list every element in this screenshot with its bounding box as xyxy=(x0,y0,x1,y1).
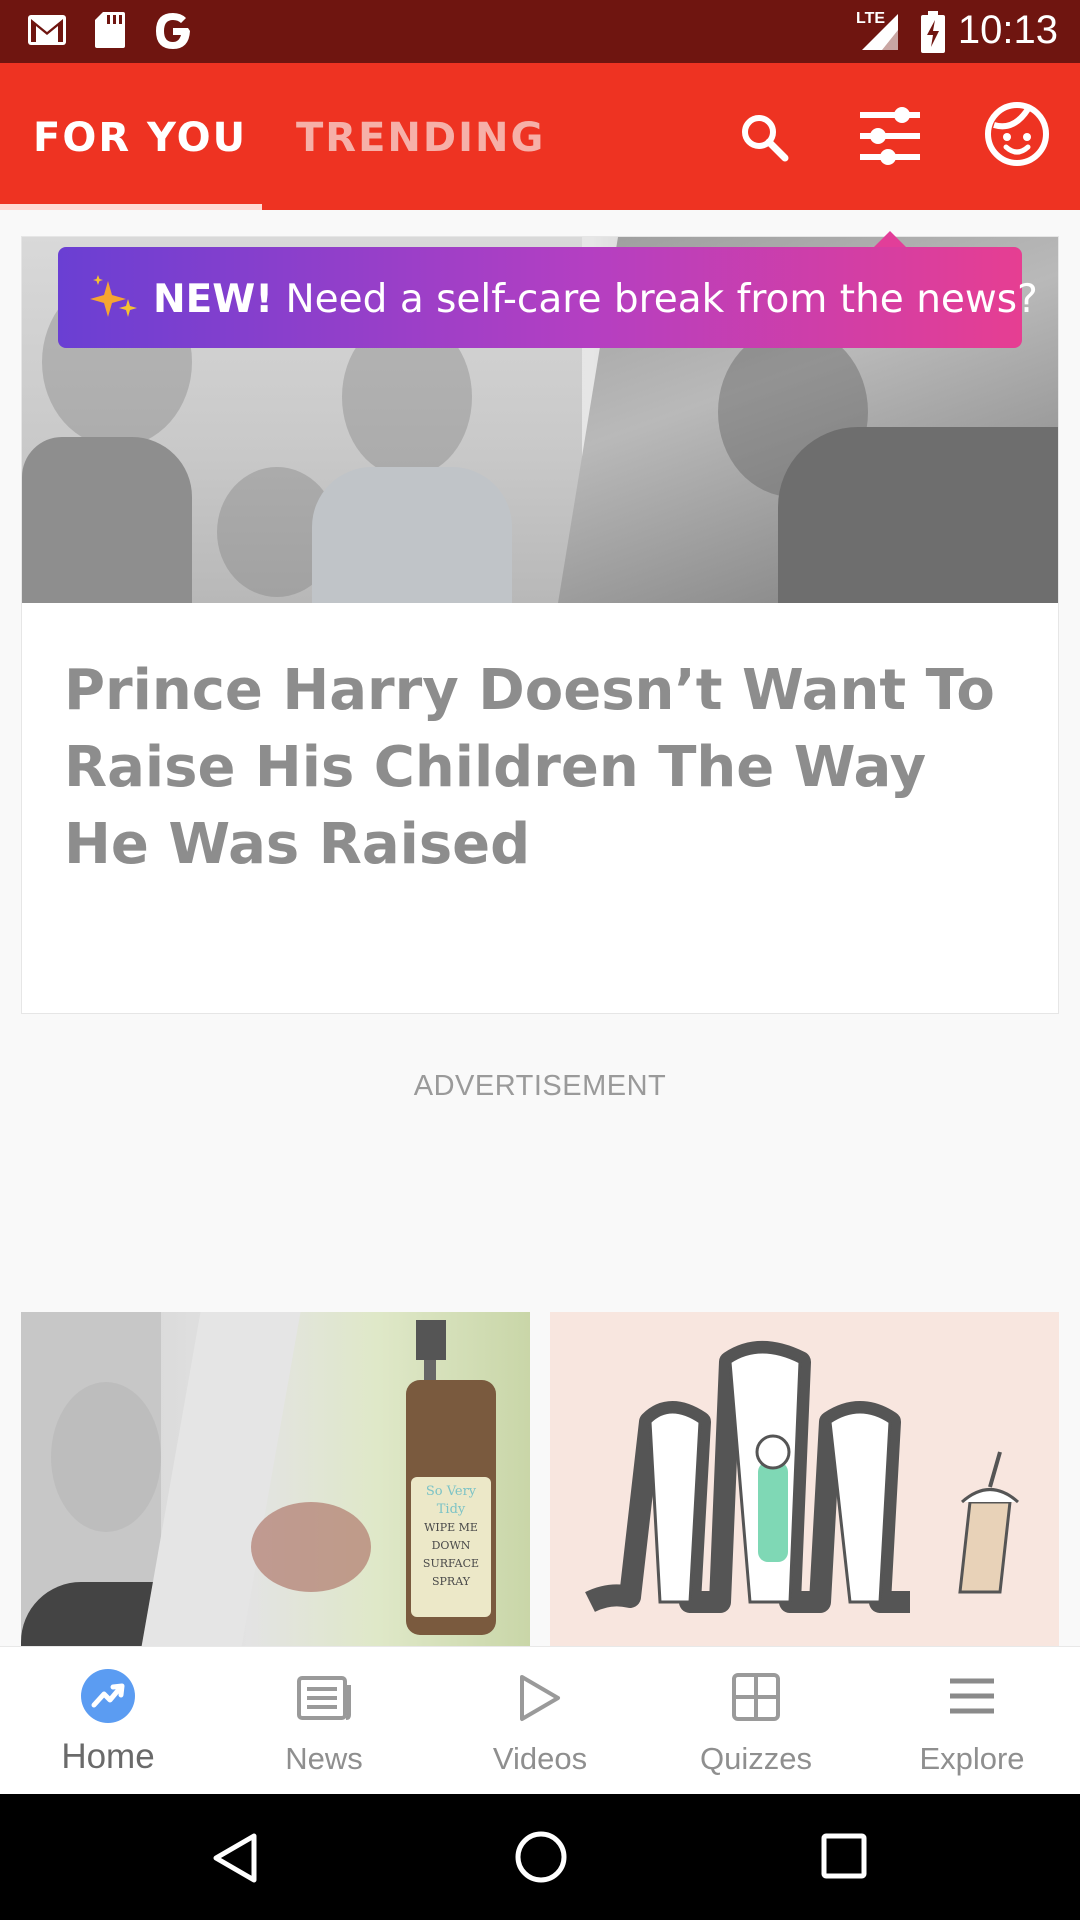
system-navigation-bar xyxy=(0,1794,1080,1920)
active-tab-indicator xyxy=(0,204,262,210)
product-name: WIPE ME DOWN xyxy=(424,1521,478,1552)
nav-explore-label: Explore xyxy=(919,1741,1025,1776)
filter-sliders-icon[interactable] xyxy=(858,103,922,169)
nav-explore[interactable]: Explore xyxy=(864,1647,1080,1795)
menu-icon xyxy=(950,1678,994,1714)
home-circle-icon[interactable] xyxy=(514,1830,568,1884)
nav-videos[interactable]: Videos xyxy=(432,1647,648,1795)
newspaper-icon xyxy=(297,1676,351,1720)
sd-card-icon xyxy=(95,12,125,48)
nav-news-label: News xyxy=(285,1741,363,1776)
search-icon[interactable] xyxy=(738,111,790,163)
google-icon xyxy=(156,13,190,49)
nav-quizzes-label: Quizzes xyxy=(700,1741,812,1776)
status-time: 10:13 xyxy=(957,8,1058,52)
play-icon xyxy=(520,1675,560,1721)
banner-new-label: NEW! xyxy=(153,277,274,322)
profile-face-icon[interactable] xyxy=(984,101,1050,167)
article-thumbnail-left[interactable]: So Very Tidy WIPE ME DOWN SURFACE SPRAY xyxy=(21,1312,530,1647)
signal-icon xyxy=(862,14,898,50)
article-thumbnail-right[interactable] xyxy=(550,1312,1059,1647)
back-icon[interactable] xyxy=(212,1832,258,1884)
tab-trending[interactable]: TRENDING xyxy=(296,115,545,161)
product-label: So Very Tidy WIPE ME DOWN SURFACE SPRAY xyxy=(411,1477,491,1617)
tab-for-you[interactable]: FOR YOU xyxy=(33,115,247,161)
sparkles-icon xyxy=(90,275,137,317)
grid-icon xyxy=(732,1673,780,1721)
featured-article-card[interactable]: Prince Harry Doesn’t Want To Raise His C… xyxy=(21,236,1059,1014)
product-type: SURFACE SPRAY xyxy=(422,1557,480,1588)
bottom-navigation: Home News Videos Quizzes Explore xyxy=(0,1646,1080,1795)
article-title[interactable]: Prince Harry Doesn’t Want To Raise His C… xyxy=(64,652,1004,883)
top-app-bar: FOR YOU TRENDING xyxy=(0,63,1080,210)
status-bar: LTE 10:13 xyxy=(0,0,1080,63)
product-brand: So Very Tidy xyxy=(425,1484,477,1517)
battery-charging-icon xyxy=(921,11,945,53)
nav-home[interactable]: Home xyxy=(0,1647,216,1795)
receipt-illustration xyxy=(585,1341,1019,1613)
self-care-banner[interactable]: NEW! Need a self-care break from the new… xyxy=(58,247,1038,348)
gmail-icon xyxy=(28,15,66,45)
recents-icon[interactable] xyxy=(820,1832,868,1880)
nav-quizzes[interactable]: Quizzes xyxy=(648,1647,864,1795)
banner-message: Need a self-care break from the news? xyxy=(285,277,1038,322)
nav-news[interactable]: News xyxy=(216,1647,432,1795)
trending-icon xyxy=(81,1669,135,1723)
nav-videos-label: Videos xyxy=(492,1741,588,1776)
nav-home-label: Home xyxy=(61,1737,155,1776)
banner-text: NEW! Need a self-care break from the new… xyxy=(153,277,1038,322)
advertisement-label: ADVERTISEMENT xyxy=(413,1070,667,1102)
